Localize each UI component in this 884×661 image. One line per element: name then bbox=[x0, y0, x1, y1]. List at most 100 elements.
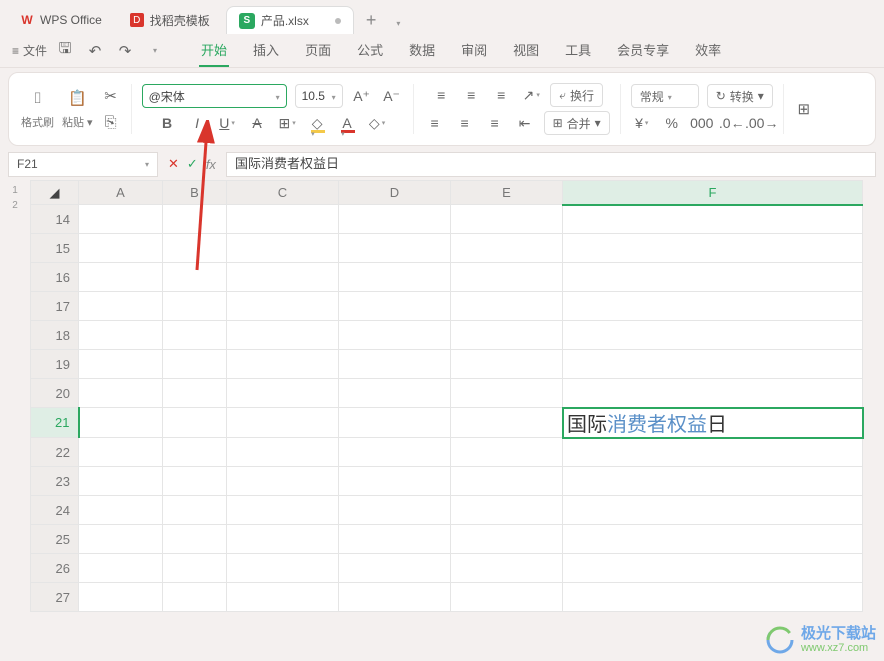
format-painter-icon[interactable]: ⌷ bbox=[28, 88, 48, 108]
col-header[interactable]: E bbox=[451, 181, 563, 205]
watermark-url: www.xz7.com bbox=[801, 642, 876, 654]
redo-icon[interactable]: ↷ bbox=[115, 41, 135, 61]
font-color-button[interactable]: A bbox=[336, 112, 358, 134]
col-header-active[interactable]: F bbox=[563, 181, 863, 205]
row-header[interactable]: 19 bbox=[31, 350, 79, 379]
docer-icon: D bbox=[130, 13, 144, 27]
row-header[interactable]: 14 bbox=[31, 205, 79, 234]
align-bottom-button[interactable]: ≡ bbox=[490, 84, 512, 106]
align-center-button[interactable]: ≡ bbox=[454, 112, 476, 134]
row-header[interactable]: 24 bbox=[31, 496, 79, 525]
currency-button[interactable]: ¥ bbox=[631, 112, 653, 134]
sheet-area: 1 2 ◢ A B C D E F 14 15 16 17 18 19 20 2… bbox=[0, 180, 884, 612]
ribbon-tab-page[interactable]: 页面 bbox=[303, 34, 333, 67]
separator bbox=[783, 84, 784, 134]
copy-icon[interactable]: ⎘ bbox=[101, 112, 121, 132]
modified-dot-icon bbox=[335, 18, 341, 24]
select-all-corner[interactable]: ◢ bbox=[31, 181, 79, 205]
ribbon-tab-tools[interactable]: 工具 bbox=[563, 34, 593, 67]
clear-format-button[interactable]: ◇ bbox=[366, 112, 388, 134]
tab-label: WPS Office bbox=[40, 13, 102, 27]
tab-template[interactable]: D 找稻壳模板 bbox=[118, 6, 222, 34]
cut-icon[interactable]: ✂ bbox=[101, 86, 121, 106]
wps-logo-icon: W bbox=[20, 13, 34, 27]
strikethrough-button[interactable]: A bbox=[246, 112, 268, 134]
align-left-button[interactable]: ≡ bbox=[424, 112, 446, 134]
row-header[interactable]: 27 bbox=[31, 583, 79, 612]
tab-list-dropdown[interactable] bbox=[388, 10, 408, 31]
col-header[interactable]: B bbox=[163, 181, 227, 205]
spreadsheet-grid[interactable]: ◢ A B C D E F 14 15 16 17 18 19 20 21 国际… bbox=[30, 180, 863, 612]
name-box[interactable]: F21 bbox=[8, 152, 158, 177]
align-top-button[interactable]: ≡ bbox=[430, 84, 452, 106]
fill-color-button[interactable]: ◇ bbox=[306, 112, 328, 134]
font-size-select[interactable]: 10.5 bbox=[295, 84, 343, 108]
align-right-button[interactable]: ≡ bbox=[484, 112, 506, 134]
font-name-select[interactable]: @宋体 bbox=[142, 84, 287, 108]
decrease-decimal-button[interactable]: .00→ bbox=[751, 112, 773, 134]
col-header[interactable]: A bbox=[79, 181, 163, 205]
number-format-select[interactable]: 常规 bbox=[631, 84, 699, 108]
add-tab-button[interactable]: + bbox=[358, 10, 385, 31]
align-middle-button[interactable]: ≡ bbox=[460, 84, 482, 106]
file-menu[interactable]: ≡ 文件 bbox=[12, 42, 47, 59]
transform-button[interactable]: ↻ 转换 ▾ bbox=[707, 84, 773, 108]
window-tabs: W WPS Office D 找稻壳模板 S 产品.xlsx + bbox=[0, 0, 884, 34]
row-header[interactable]: 25 bbox=[31, 525, 79, 554]
ribbon-tab-view[interactable]: 视图 bbox=[511, 34, 541, 67]
increase-decimal-button[interactable]: .0← bbox=[721, 112, 743, 134]
row-header[interactable]: 22 bbox=[31, 438, 79, 467]
merge-cells-button[interactable]: ⊞ 合并 ▾ bbox=[544, 111, 610, 135]
row-header[interactable]: 18 bbox=[31, 321, 79, 350]
row-header-active[interactable]: 21 bbox=[31, 408, 79, 438]
row-header[interactable]: 16 bbox=[31, 263, 79, 292]
chevron-down-icon bbox=[145, 159, 149, 169]
comma-button[interactable]: 000 bbox=[691, 112, 713, 134]
underline-button[interactable]: U bbox=[216, 112, 238, 134]
fx-button[interactable]: fx bbox=[206, 157, 216, 172]
row-header[interactable]: 20 bbox=[31, 379, 79, 408]
active-cell[interactable]: 国际消费者权益日 bbox=[563, 408, 863, 438]
border-button[interactable]: ⊞ bbox=[276, 112, 298, 134]
tab-label: 找稻壳模板 bbox=[150, 12, 210, 29]
ribbon-tab-formula[interactable]: 公式 bbox=[355, 34, 385, 67]
undo-icon[interactable]: ↶ bbox=[85, 41, 105, 61]
ribbon-tab-member[interactable]: 会员专享 bbox=[615, 34, 671, 67]
formula-input[interactable]: 国际消费者权益日 bbox=[226, 152, 876, 177]
ribbon-tab-review[interactable]: 审阅 bbox=[459, 34, 489, 67]
percent-button[interactable]: % bbox=[661, 112, 683, 134]
row-header[interactable]: 15 bbox=[31, 234, 79, 263]
watermark-logo-icon bbox=[765, 625, 795, 655]
separator bbox=[620, 84, 621, 134]
chevron-down-icon bbox=[332, 89, 336, 103]
cancel-edit-button[interactable]: ✕ bbox=[168, 156, 179, 172]
row-header[interactable]: 23 bbox=[31, 467, 79, 496]
orientation-button[interactable]: ↗ bbox=[520, 84, 542, 106]
decrease-font-button[interactable]: A⁻ bbox=[381, 85, 403, 107]
row-header[interactable]: 26 bbox=[31, 554, 79, 583]
watermark: 极光下载站 www.xz7.com bbox=[765, 625, 876, 655]
col-header[interactable]: D bbox=[339, 181, 451, 205]
ribbon-tab-start[interactable]: 开始 bbox=[199, 34, 229, 67]
col-header[interactable]: C bbox=[227, 181, 339, 205]
ribbon-tab-insert[interactable]: 插入 bbox=[251, 34, 281, 67]
tab-document[interactable]: S 产品.xlsx bbox=[226, 6, 354, 34]
bold-button[interactable]: B bbox=[156, 112, 178, 134]
qat-dropdown[interactable] bbox=[145, 41, 165, 61]
paste-icon[interactable]: 📋 bbox=[67, 88, 87, 108]
paste-label[interactable]: 粘贴 ▾ bbox=[62, 114, 93, 130]
row-header[interactable]: 17 bbox=[31, 292, 79, 321]
save-icon[interactable]: 🖫 bbox=[55, 41, 75, 61]
wrap-text-button[interactable]: ⤶ 换行 bbox=[550, 83, 603, 107]
indent-button[interactable]: ⇤ bbox=[514, 112, 536, 134]
ribbon-tab-data[interactable]: 数据 bbox=[407, 34, 437, 67]
formula-bar: F21 ✕ ✓ fx 国际消费者权益日 bbox=[8, 150, 876, 178]
tab-label: 产品.xlsx bbox=[261, 12, 309, 29]
tab-wps-home[interactable]: W WPS Office bbox=[8, 6, 114, 34]
sheet-tab-strip[interactable]: 1 2 bbox=[0, 180, 30, 212]
ribbon-tab-efficiency[interactable]: 效率 bbox=[693, 34, 723, 67]
confirm-edit-button[interactable]: ✓ bbox=[187, 156, 198, 172]
italic-button[interactable]: I bbox=[186, 112, 208, 134]
more-icon[interactable]: ⊞ bbox=[794, 99, 814, 119]
increase-font-button[interactable]: A⁺ bbox=[351, 85, 373, 107]
